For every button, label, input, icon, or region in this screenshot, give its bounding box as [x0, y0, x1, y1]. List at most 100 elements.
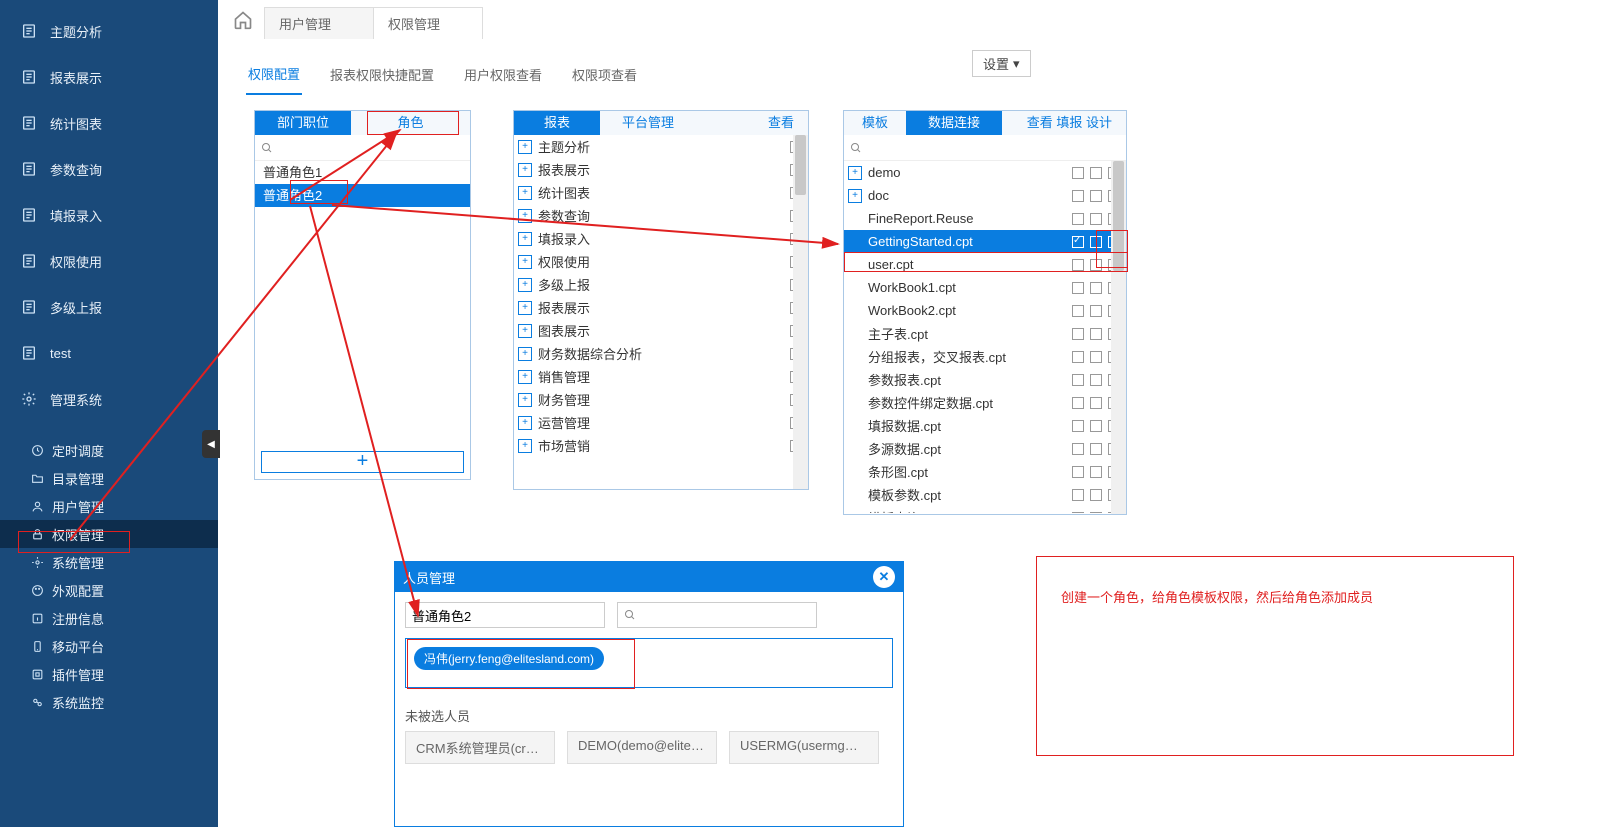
- sidebar-item[interactable]: 报表展示: [0, 54, 218, 100]
- checkbox-fill[interactable]: [1090, 190, 1102, 202]
- template-tree-item[interactable]: user.cpt: [844, 253, 1126, 276]
- expand-icon[interactable]: +: [518, 186, 532, 200]
- checkbox-fill[interactable]: [1090, 512, 1102, 514]
- template-tree-item[interactable]: 参数报表.cpt: [844, 368, 1126, 391]
- checkbox-fill[interactable]: [1090, 489, 1102, 501]
- sidebar-subitem[interactable]: 外观配置: [0, 576, 218, 604]
- template-tree-item[interactable]: WorkBook1.cpt: [844, 276, 1126, 299]
- sidebar-item[interactable]: 统计图表: [0, 100, 218, 146]
- checkbox-fill[interactable]: [1090, 443, 1102, 455]
- checkbox-view[interactable]: [1072, 512, 1084, 514]
- report-tree-item[interactable]: +报表展示: [514, 158, 808, 181]
- scrollbar[interactable]: [793, 135, 808, 489]
- tab-user-mgmt[interactable]: 用户管理: [264, 7, 374, 39]
- sidebar-item[interactable]: 权限使用: [0, 238, 218, 284]
- tab-platform[interactable]: 平台管理: [600, 111, 696, 135]
- expand-icon[interactable]: +: [518, 278, 532, 292]
- report-tree-item[interactable]: +销售管理: [514, 365, 808, 388]
- template-tree-item[interactable]: 条形图.cpt: [844, 460, 1126, 483]
- tab-role[interactable]: 角色: [351, 111, 470, 135]
- member-search[interactable]: [617, 602, 817, 628]
- checkbox-fill[interactable]: [1090, 167, 1102, 179]
- checkbox-view[interactable]: [1072, 397, 1084, 409]
- checkbox-fill[interactable]: [1090, 420, 1102, 432]
- checkbox-view[interactable]: [1072, 190, 1084, 202]
- role-search[interactable]: [255, 135, 470, 161]
- report-tree-item[interactable]: +权限使用: [514, 250, 808, 273]
- template-tree-item[interactable]: 主子表.cpt: [844, 322, 1126, 345]
- template-tree-item[interactable]: 模板参数.cpt: [844, 483, 1126, 506]
- report-tree-item[interactable]: +运营管理: [514, 411, 808, 434]
- tab-datasource[interactable]: 数据连接: [906, 111, 1002, 135]
- dialog-header[interactable]: 人员管理 ✕: [395, 562, 903, 592]
- candidate-member[interactable]: CRM系统管理员(crm...: [405, 731, 555, 764]
- expand-icon[interactable]: +: [848, 166, 862, 180]
- sidebar-item[interactable]: 管理系统: [0, 376, 218, 422]
- checkbox-view[interactable]: [1072, 466, 1084, 478]
- checkbox-view[interactable]: [1072, 443, 1084, 455]
- expand-icon[interactable]: +: [518, 140, 532, 154]
- checkbox-view[interactable]: [1072, 167, 1084, 179]
- template-search[interactable]: [844, 135, 1126, 161]
- expand-icon[interactable]: +: [518, 393, 532, 407]
- checkbox-view[interactable]: [1072, 236, 1084, 248]
- report-tree-item[interactable]: +报表展示: [514, 296, 808, 319]
- tab-report[interactable]: 报表: [514, 111, 600, 135]
- scrollbar[interactable]: [1111, 161, 1126, 514]
- filter-tab[interactable]: 权限项查看: [570, 59, 639, 94]
- checkbox-view[interactable]: [1072, 213, 1084, 225]
- tab-department[interactable]: 部门职位: [255, 111, 351, 135]
- expand-icon[interactable]: +: [848, 189, 862, 203]
- sidebar-subitem[interactable]: 权限管理: [0, 520, 218, 548]
- template-tree-item[interactable]: +demo: [844, 161, 1126, 184]
- sidebar-subitem[interactable]: 移动平台: [0, 632, 218, 660]
- template-tree-item[interactable]: FineReport.Reuse: [844, 207, 1126, 230]
- sidebar-subitem[interactable]: 系统管理: [0, 548, 218, 576]
- checkbox-fill[interactable]: [1090, 259, 1102, 271]
- checkbox-fill[interactable]: [1090, 351, 1102, 363]
- report-tree-item[interactable]: +市场营销: [514, 434, 808, 457]
- template-tree-item[interactable]: WorkBook2.cpt: [844, 299, 1126, 322]
- report-tree-item[interactable]: +图表展示: [514, 319, 808, 342]
- expand-icon[interactable]: +: [518, 324, 532, 338]
- checkbox-fill[interactable]: [1090, 397, 1102, 409]
- expand-icon[interactable]: +: [518, 439, 532, 453]
- template-tree-item[interactable]: GettingStarted.cpt: [844, 230, 1126, 253]
- template-tree-item[interactable]: 分组报表，交叉报表.cpt: [844, 345, 1126, 368]
- member-chip[interactable]: 冯伟(jerry.feng@elitesland.com): [414, 647, 604, 670]
- report-tree-item[interactable]: +多级上报: [514, 273, 808, 296]
- checkbox-view[interactable]: [1072, 420, 1084, 432]
- checkbox-view[interactable]: [1072, 351, 1084, 363]
- sidebar-subitem[interactable]: 插件管理: [0, 660, 218, 688]
- report-tree-item[interactable]: +参数查询: [514, 204, 808, 227]
- template-tree-item[interactable]: 参数控件绑定数据.cpt: [844, 391, 1126, 414]
- sidebar-subitem[interactable]: 定时调度: [0, 436, 218, 464]
- checkbox-fill[interactable]: [1090, 466, 1102, 478]
- sidebar-subitem[interactable]: 注册信息: [0, 604, 218, 632]
- sidebar-item[interactable]: 主题分析: [0, 8, 218, 54]
- checkbox-fill[interactable]: [1090, 213, 1102, 225]
- checkbox-view[interactable]: [1072, 374, 1084, 386]
- add-role-button[interactable]: +: [261, 451, 464, 473]
- role-name-input[interactable]: [405, 602, 605, 628]
- checkbox-view[interactable]: [1072, 305, 1084, 317]
- checkbox-view[interactable]: [1072, 282, 1084, 294]
- sidebar-collapse[interactable]: ◀: [202, 430, 220, 458]
- report-tree-item[interactable]: +财务数据综合分析: [514, 342, 808, 365]
- report-tree-item[interactable]: +统计图表: [514, 181, 808, 204]
- report-tree-item[interactable]: +主题分析: [514, 135, 808, 158]
- candidate-member[interactable]: DEMO(demo@elites...: [567, 731, 717, 764]
- checkbox-fill[interactable]: [1090, 374, 1102, 386]
- sidebar-item[interactable]: 多级上报: [0, 284, 218, 330]
- sidebar-subitem[interactable]: 系统监控: [0, 688, 218, 716]
- expand-icon[interactable]: +: [518, 370, 532, 384]
- sidebar-item[interactable]: 填报录入: [0, 192, 218, 238]
- template-tree-item[interactable]: 多源数据.cpt: [844, 437, 1126, 460]
- sidebar-item[interactable]: test: [0, 330, 218, 376]
- report-tree-item[interactable]: +填报录入: [514, 227, 808, 250]
- candidate-member[interactable]: USERMG(usermg@e...: [729, 731, 879, 764]
- expand-icon[interactable]: +: [518, 301, 532, 315]
- filter-tab[interactable]: 用户权限查看: [462, 59, 544, 94]
- filter-tab[interactable]: 权限配置: [246, 58, 302, 95]
- checkbox-fill[interactable]: [1090, 282, 1102, 294]
